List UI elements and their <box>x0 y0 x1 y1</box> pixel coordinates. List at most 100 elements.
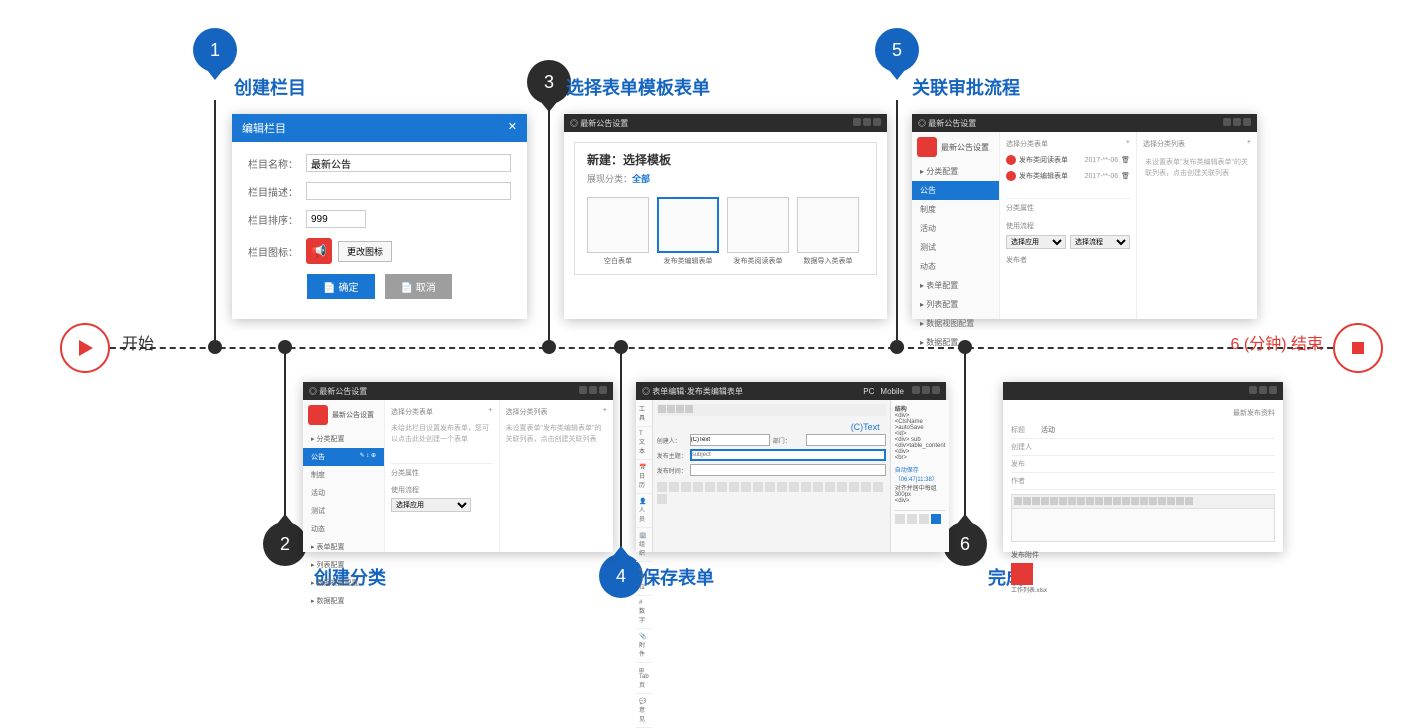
sidebar-section[interactable]: ▸ 表单配置 <box>912 276 999 295</box>
button-label: 确定 <box>339 283 359 294</box>
tool-item[interactable]: 👤 人员 <box>636 494 652 528</box>
field-label: 栏目排序： <box>248 212 306 227</box>
sidebar-section[interactable]: ▸ 分类配置 <box>912 162 999 181</box>
app-select[interactable]: 选择应用 <box>1006 235 1066 249</box>
tool-item[interactable]: ▾ 下拉 <box>636 562 652 596</box>
sidebar-item[interactable]: 公告✎ ↕ ⊕ <box>303 448 384 466</box>
empty-hint[interactable]: 未给此栏目设置发布表单，您可以点击此处创建一个表单 <box>391 420 493 449</box>
code-line: 自动保存（06:47|11:38） <box>895 465 946 483</box>
tool-icon[interactable] <box>931 514 941 524</box>
template-option[interactable]: 发布类编辑表单 <box>657 197 719 266</box>
form-row[interactable]: 发布类编辑表单2017-**-06🗑 <box>1006 168 1130 184</box>
sidebar-section[interactable]: ▸ 列表配置 <box>912 295 999 314</box>
filter-label: 展现分类： <box>587 174 632 184</box>
sidebar-item[interactable]: 测试 <box>912 238 999 257</box>
delete-icon[interactable]: 🗑 <box>1121 156 1130 164</box>
file-icon[interactable] <box>1011 563 1033 585</box>
step-number: 1 <box>210 40 220 61</box>
field-label: 栏目描述： <box>248 184 306 199</box>
empty-hint[interactable]: 未设置表单"发布类编辑表单"的关联列表，点击创建关联列表 <box>506 420 608 449</box>
window-title: 最新公告设置 <box>319 387 367 396</box>
sidebar-section[interactable]: ▸ 数据配置 <box>912 333 999 352</box>
subject-input[interactable] <box>690 449 886 461</box>
tool-item[interactable]: 📎 附件 <box>636 629 652 663</box>
window-titlebar: ◎ 表单编辑·发布类编辑表单 PC Mobile <box>636 382 946 400</box>
page-heading: 最新发布资料 <box>1233 408 1275 418</box>
section-heading: 分类属性 <box>391 463 493 482</box>
editor-toolbar[interactable] <box>657 482 886 504</box>
step-number: 5 <box>892 40 902 61</box>
close-icon[interactable]: ✕ <box>508 120 517 136</box>
column-name-input[interactable] <box>306 154 511 172</box>
tool-item[interactable]: 💬 意见 <box>636 694 652 728</box>
date-input[interactable] <box>690 464 886 476</box>
dept-input[interactable] <box>806 434 886 446</box>
sidebar-section[interactable]: ▸ 分类配置 <box>303 430 384 448</box>
connector <box>214 100 216 344</box>
template-label: 发布类编辑表单 <box>657 256 719 266</box>
sidebar-section[interactable]: ▸ 表单配置 <box>303 538 384 556</box>
sidebar-item[interactable]: 公告 <box>912 181 999 200</box>
step-title-3: 选择表单模板表单 <box>566 74 710 100</box>
rich-text-editor[interactable] <box>1011 494 1275 542</box>
window-title: 最新公告设置 <box>580 119 628 128</box>
sidebar-item[interactable]: 制度 <box>303 466 384 484</box>
change-icon-button[interactable]: 更改图标 <box>338 241 392 262</box>
template-option[interactable]: 数据导入类表单 <box>797 197 859 266</box>
window-controls-icon[interactable] <box>577 386 607 396</box>
tool-icon[interactable] <box>895 514 905 524</box>
sidebar-item[interactable]: 动态 <box>303 520 384 538</box>
tool-item[interactable]: 工具 <box>636 400 652 427</box>
sidebar-section[interactable]: ▸ 数据视图配置 <box>912 314 999 333</box>
tool-item[interactable]: 🏢 组织 <box>636 528 652 562</box>
window-controls-icon[interactable] <box>910 386 940 396</box>
ok-button[interactable]: 📄 确定 <box>307 274 374 299</box>
megaphone-icon: 📢 <box>306 238 332 264</box>
empty-hint[interactable]: 未设置表单"发布类编辑表单"的关联列表，点击创建关联列表 <box>1143 152 1251 185</box>
editor-toolbar[interactable] <box>1012 495 1274 509</box>
window-controls-icon[interactable] <box>1247 386 1277 396</box>
column-sort-input[interactable] <box>306 210 366 228</box>
tool-icon[interactable] <box>919 514 929 524</box>
sidebar-item[interactable]: 动态 <box>912 257 999 276</box>
column-desc-input[interactable] <box>306 182 511 200</box>
add-icon[interactable]: + <box>603 407 607 417</box>
tool-item[interactable]: # 数字 <box>636 596 652 629</box>
sidebar-item[interactable]: 活动 <box>303 484 384 502</box>
timeline-axis <box>60 347 1363 349</box>
code-line: <div> <box>895 498 946 504</box>
tab-mobile[interactable]: Mobile <box>880 387 904 396</box>
megaphone-icon <box>917 137 937 157</box>
template-option[interactable]: 发布类阅读表单 <box>727 197 789 266</box>
template-option[interactable]: 空白表单 <box>587 197 649 266</box>
window-controls-icon[interactable] <box>851 118 881 128</box>
sidebar-item[interactable]: 活动 <box>912 219 999 238</box>
app-select[interactable]: 选择应用 <box>391 498 471 512</box>
window-titlebar: ◎ 最新公告设置 <box>564 114 887 132</box>
tool-item[interactable]: T 文本 <box>636 427 652 460</box>
sidebar-item[interactable]: 测试 <box>303 502 384 520</box>
filter-value[interactable]: 全部 <box>632 174 650 184</box>
dialog-heading: 新建：选择模板 <box>587 151 864 168</box>
sidebar-item[interactable]: 制度 <box>912 200 999 219</box>
form-row[interactable]: 发布类阅读表单2017-**-06🗑 <box>1006 152 1130 168</box>
add-icon[interactable]: + <box>1126 139 1130 149</box>
sidebar-section[interactable]: ▸ 数据配置 <box>303 592 384 610</box>
sidebar-section[interactable]: ▸ 列表配置 <box>303 556 384 574</box>
form-canvas[interactable]: (C)Text 创建人：部门： 发布主题： 发布时间： <box>653 400 890 552</box>
sidebar-section[interactable]: ▸ 数据视图配置 <box>303 574 384 592</box>
tool-item[interactable]: ⊞ Tab页 <box>636 663 652 694</box>
flow-select[interactable]: 选择流程 <box>1070 235 1130 249</box>
cancel-button[interactable]: 📄 取消 <box>385 274 452 299</box>
tool-item[interactable]: 📅 日历 <box>636 460 652 494</box>
tool-icon[interactable] <box>907 514 917 524</box>
creator-input[interactable] <box>690 434 770 446</box>
add-icon[interactable]: + <box>488 407 492 417</box>
field-label: 栏目名称： <box>248 156 306 171</box>
info-row: 标题活动 <box>1011 422 1275 439</box>
add-icon[interactable]: + <box>1247 139 1251 149</box>
delete-icon[interactable]: 🗑 <box>1121 172 1130 180</box>
window-controls-icon[interactable] <box>1221 118 1251 128</box>
tab-pc[interactable]: PC <box>863 387 874 396</box>
end-marker <box>1333 323 1383 373</box>
